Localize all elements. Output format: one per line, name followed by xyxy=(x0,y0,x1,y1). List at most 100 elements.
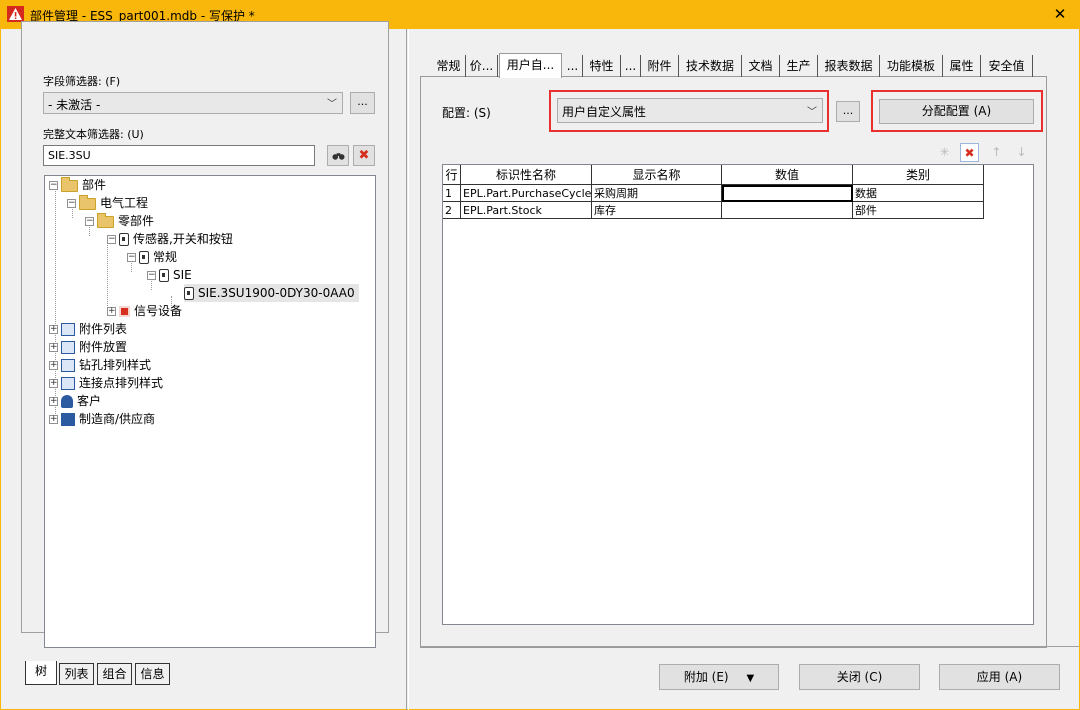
expand-icon[interactable]: + xyxy=(107,307,116,316)
folder-icon xyxy=(79,194,96,210)
table-cell[interactable]: EPL.Part.Stock xyxy=(461,202,592,219)
collapse-icon[interactable]: − xyxy=(107,235,116,244)
folder-icon xyxy=(97,212,114,228)
tree-node-signal[interactable]: + 信号设备 xyxy=(107,302,182,320)
tree-node-part-selected[interactable]: SIE.3SU1900-0DY30-0AA0 xyxy=(184,284,359,302)
accessory-placement-icon xyxy=(61,341,75,354)
tree-node-accessory-placement[interactable]: + 附件放置 xyxy=(49,338,127,356)
tab-combination[interactable]: 组合 xyxy=(97,663,132,685)
tab-more-1[interactable]: ... xyxy=(563,55,583,77)
value-cell-focused[interactable] xyxy=(722,185,853,202)
table-cell[interactable]: 库存 xyxy=(592,202,722,219)
tree-node-sie[interactable]: − SIE xyxy=(147,266,192,284)
part-tree[interactable]: − 部件 − 电气工程 − 零部件 − 传感器,开关和按钮 − 常规 − SIE SIE.3… xyxy=(44,175,376,648)
move-down-icon[interactable]: ↓ xyxy=(1012,143,1031,162)
config-more-button[interactable]: ... xyxy=(836,101,860,122)
tree-node-general[interactable]: − 常规 xyxy=(127,248,177,266)
col-header-category: 类别 xyxy=(853,165,984,185)
tree-node-components[interactable]: − 零部件 xyxy=(85,212,154,230)
panel-splitter[interactable] xyxy=(406,29,409,710)
collapse-icon[interactable]: − xyxy=(127,253,136,262)
collapse-icon[interactable]: − xyxy=(49,181,58,190)
field-filter-more-button[interactable]: ... xyxy=(350,92,375,114)
expand-icon[interactable]: + xyxy=(49,379,58,388)
close-icon[interactable]: ✕ xyxy=(1040,0,1080,29)
field-filter-value: - 未激活 - xyxy=(48,98,101,112)
field-filter-label: 字段筛选器: (F) xyxy=(43,75,121,88)
tab-report-data[interactable]: 报表数据 xyxy=(818,55,880,77)
collapse-icon[interactable]: − xyxy=(85,217,94,226)
tree-node-customer[interactable]: + 客户 xyxy=(49,392,101,410)
col-header-value: 数值 xyxy=(722,165,853,185)
expand-icon[interactable]: + xyxy=(49,361,58,370)
tab-general[interactable]: 常规 xyxy=(432,55,466,77)
tab-attributes[interactable]: 属性 xyxy=(943,55,981,77)
highlight-assign-button xyxy=(871,90,1043,132)
col-header-row: 行 xyxy=(443,165,461,185)
tab-production[interactable]: 生产 xyxy=(780,55,818,77)
tab-function-template[interactable]: 功能模板 xyxy=(880,55,943,77)
signal-device-icon xyxy=(119,306,130,317)
highlight-config-select xyxy=(549,90,829,132)
connection-pattern-icon xyxy=(61,377,75,390)
table-cell[interactable]: EPL.Part.PurchaseCycle xyxy=(461,185,592,202)
fulltext-filter-label: 完整文本筛选器: (U) xyxy=(43,128,144,141)
expand-icon[interactable]: + xyxy=(49,325,58,334)
footer-divider xyxy=(420,646,1079,647)
tree-node-electrical[interactable]: − 电气工程 xyxy=(67,194,148,212)
tree-node-connection-pattern[interactable]: + 连接点排列样式 xyxy=(49,374,163,392)
tree-node-parts[interactable]: − 部件 xyxy=(49,176,106,194)
tab-user-defined[interactable]: 用户自... xyxy=(499,53,562,78)
device-icon xyxy=(119,233,129,246)
tab-documents[interactable]: 文档 xyxy=(742,55,780,77)
config-label: 配置: (S) xyxy=(442,106,491,120)
apply-button[interactable]: 应用 (A) xyxy=(939,664,1060,690)
drill-pattern-icon xyxy=(61,359,75,372)
binoculars-icon[interactable] xyxy=(327,145,349,166)
close-button[interactable]: 关闭 (C) xyxy=(799,664,920,690)
table-cell[interactable]: 采购周期 xyxy=(592,185,722,202)
new-row-icon[interactable]: ✳ xyxy=(935,143,954,162)
add-button[interactable]: 附加 (E) ▼ xyxy=(659,664,779,690)
col-header-id: 标识性名称 xyxy=(461,165,592,185)
tab-tech-data[interactable]: 技术数据 xyxy=(679,55,742,77)
accessory-list-icon xyxy=(61,323,75,336)
factory-icon xyxy=(61,413,75,426)
clear-filter-icon[interactable]: ✖ xyxy=(353,145,375,166)
table-cell[interactable]: 数据 xyxy=(853,185,984,202)
tab-info[interactable]: 信息 xyxy=(135,663,170,685)
tab-tree[interactable]: 树 xyxy=(25,661,57,685)
collapse-icon[interactable]: − xyxy=(147,271,156,280)
table-cell[interactable] xyxy=(722,202,853,219)
table-cell[interactable]: 部件 xyxy=(853,202,984,219)
expand-icon[interactable]: + xyxy=(49,397,58,406)
tab-accessories[interactable]: 附件 xyxy=(641,55,679,77)
warning-triangle-icon xyxy=(7,6,24,22)
tab-properties[interactable]: 特性 xyxy=(583,55,621,77)
device-icon xyxy=(184,287,194,300)
expand-icon[interactable]: + xyxy=(49,343,58,352)
tree-node-sensors[interactable]: − 传感器,开关和按钮 xyxy=(107,230,233,248)
folder-icon xyxy=(61,176,78,192)
attributes-grid[interactable]: 行 标识性名称 显示名称 数值 类别 1 EPL.Part.PurchaseCy… xyxy=(442,164,1034,625)
tab-safety-values[interactable]: 安全值 xyxy=(981,55,1033,77)
table-cell: 2 xyxy=(443,202,461,219)
chevron-down-icon: ﹀ xyxy=(327,99,337,110)
tab-list[interactable]: 列表 xyxy=(59,663,94,685)
move-up-icon[interactable]: ↑ xyxy=(987,143,1006,162)
field-filter-select[interactable]: - 未激活 - ﹀ xyxy=(43,92,343,114)
tree-node-manufacturer[interactable]: + 制造商/供应商 xyxy=(49,410,155,428)
device-icon xyxy=(139,251,149,264)
dropdown-arrow-icon[interactable]: ▼ xyxy=(746,673,754,684)
tree-node-drill-pattern[interactable]: + 钻孔排列样式 xyxy=(49,356,151,374)
device-icon xyxy=(159,269,169,282)
col-header-display: 显示名称 xyxy=(592,165,722,185)
delete-row-icon[interactable]: ✖ xyxy=(960,143,979,162)
expand-icon[interactable]: + xyxy=(49,415,58,424)
collapse-icon[interactable]: − xyxy=(67,199,76,208)
fulltext-filter-input[interactable]: SIE.3SU xyxy=(43,145,315,166)
tree-node-accessory-list[interactable]: + 附件列表 xyxy=(49,320,127,338)
tab-more-2[interactable]: ... xyxy=(621,55,641,77)
table-cell: 1 xyxy=(443,185,461,202)
tab-price[interactable]: 价... xyxy=(466,55,498,77)
